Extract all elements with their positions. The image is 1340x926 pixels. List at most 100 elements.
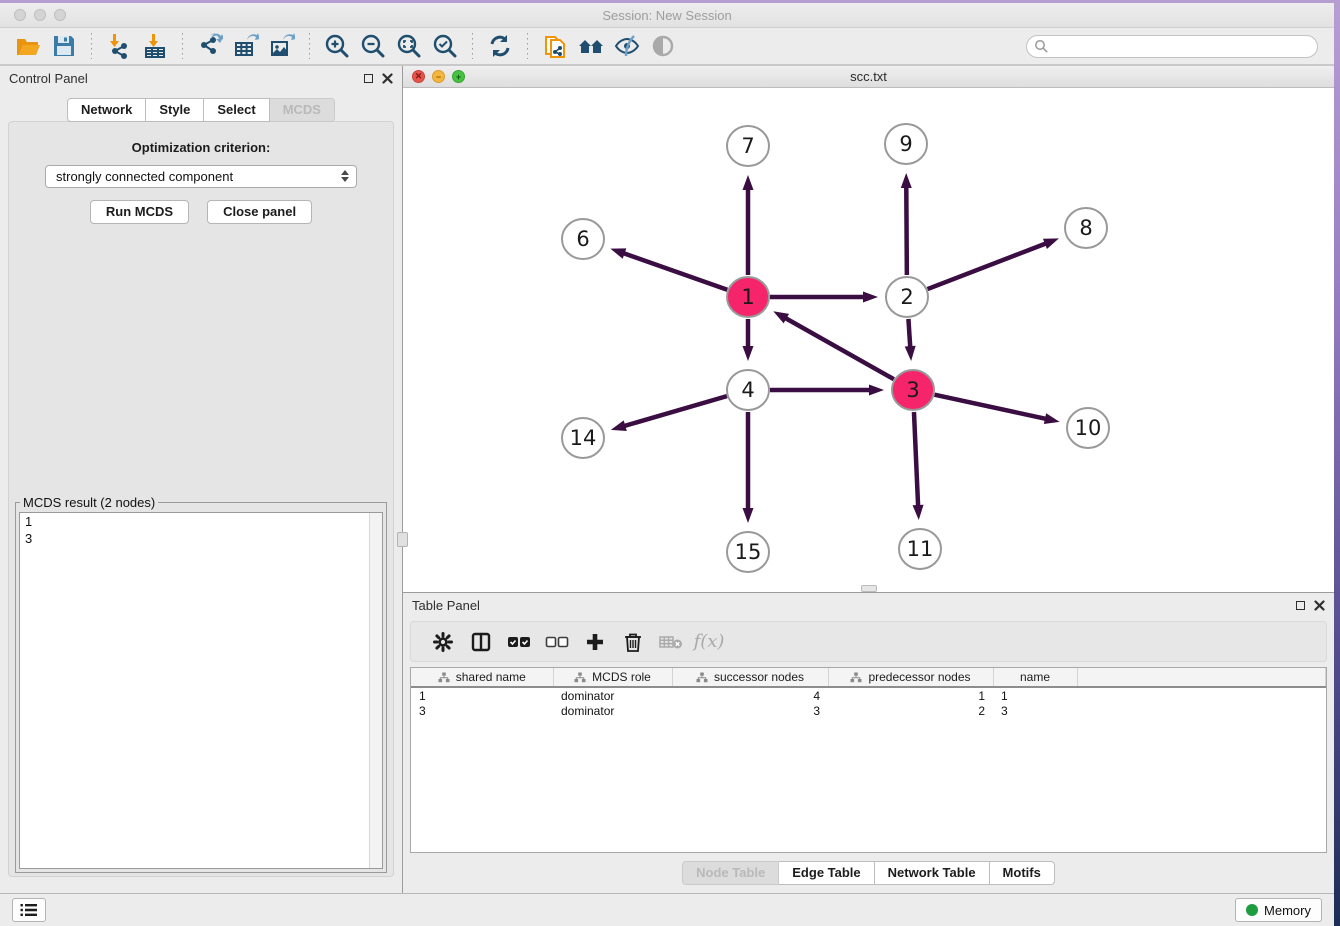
zoom-out-button[interactable] [358,31,388,61]
criterion-dropdown[interactable]: strongly connected component [45,165,357,188]
add-row-button[interactable] [576,627,614,657]
export-image-icon [269,33,295,59]
column-header-shared-name[interactable]: shared name [411,668,553,687]
cell-name[interactable]: 3 [993,703,1077,719]
open-session-button[interactable] [13,31,43,61]
tab-network[interactable]: Network [67,98,146,122]
cell-successor-nodes[interactable]: 3 [672,703,828,719]
save-session-button[interactable] [49,31,79,61]
graph-edge-arrowhead [743,508,754,523]
memory-button[interactable]: Memory [1235,898,1322,922]
network-canvas[interactable]: 7968124314101511 [403,88,1334,592]
export-image-button[interactable] [267,31,297,61]
cell-predecessor-nodes[interactable]: 2 [828,703,993,719]
network-graph: 7968124314101511 [403,88,1332,592]
graph-edge[interactable] [908,319,910,348]
vertical-splitter-handle[interactable] [397,532,408,547]
float-panel-icon[interactable] [364,74,373,83]
trash-icon [624,632,642,652]
toolbar-separator [182,33,183,59]
tab-select[interactable]: Select [204,98,269,122]
import-network-button[interactable] [104,31,134,61]
network-minimize-icon[interactable]: − [432,70,445,83]
table-row[interactable]: 3 dominator 3 2 3 [411,703,1326,719]
graph-edge-arrowhead [611,420,627,431]
cell-shared-name[interactable]: 1 [411,687,553,703]
cell-mcds-role[interactable]: dominator [553,687,672,703]
column-header-predecessor-nodes[interactable]: predecessor nodes [828,668,993,687]
graph-edge[interactable] [623,396,727,426]
tab-motifs[interactable]: Motifs [990,861,1055,885]
search-input[interactable] [1026,35,1318,58]
network-view-window: ✕ − + scc.txt 7968124314101511 [403,66,1334,593]
select-all-columns-button[interactable] [500,627,538,657]
network-window-titlebar[interactable]: ✕ − + scc.txt [403,66,1334,88]
function-builder-button[interactable]: f(x) [690,627,728,657]
table-row[interactable]: 1 dominator 4 1 1 [411,687,1326,703]
graph-node-label: 10 [1075,416,1102,440]
node-table: shared name MCDS role successor nodes pr… [410,667,1327,853]
close-table-panel-icon[interactable] [1314,600,1325,611]
fx-icon: f(x) [694,631,725,652]
cell-name[interactable]: 1 [993,687,1077,703]
result-item: 3 [20,530,382,547]
cell-shared-name[interactable]: 3 [411,703,553,719]
cell-successor-nodes[interactable]: 4 [672,687,828,703]
table-panel: Table Panel [403,593,1334,893]
memory-status-icon [1246,904,1258,916]
column-header-successor-nodes[interactable]: successor nodes [672,668,828,687]
network-overview-button[interactable] [576,31,606,61]
close-panel-button[interactable]: Close panel [207,200,312,224]
deselect-all-columns-button[interactable] [538,627,576,657]
column-header-mcds-role[interactable]: MCDS role [553,668,672,687]
graph-edge[interactable] [623,253,728,290]
graph-edge[interactable] [906,186,907,275]
window-title: Session: New Session [0,8,1334,23]
titlebar[interactable]: Session: New Session [0,3,1334,28]
export-table-button[interactable] [231,31,261,61]
tab-network-table[interactable]: Network Table [875,861,990,885]
graph-edge[interactable] [934,395,1046,419]
tab-style[interactable]: Style [146,98,204,122]
mcds-result-list[interactable]: 1 3 [19,512,383,869]
table-panel-header: Table Panel [403,593,1334,618]
show-graphics-details-button[interactable] [648,31,678,61]
graph-edge[interactable] [914,412,918,507]
cell-mcds-role[interactable]: dominator [553,703,672,719]
column-layout-button[interactable] [462,627,500,657]
tab-node-table[interactable]: Node Table [682,861,779,885]
graph-edge[interactable] [785,318,894,380]
zoom-fit-button[interactable] [394,31,424,61]
task-history-button[interactable] [12,898,46,922]
graph-node-label: 1 [741,285,754,309]
horizontal-splitter-handle[interactable] [861,585,877,592]
hide-graphics-details-button[interactable] [612,31,642,61]
import-table-button[interactable] [140,31,170,61]
delete-row-button[interactable] [614,627,652,657]
graph-edge[interactable] [928,243,1047,289]
delete-table-button[interactable] [652,627,690,657]
network-close-icon[interactable]: ✕ [412,70,425,83]
zoom-selected-button[interactable] [430,31,460,61]
run-mcds-button[interactable]: Run MCDS [90,200,189,224]
tab-mcds[interactable]: MCDS [270,98,335,122]
toolbar-separator [309,33,310,59]
gear-icon [433,632,453,652]
refresh-layout-button[interactable] [485,31,515,61]
export-network-button[interactable] [195,31,225,61]
network-maximize-icon[interactable]: + [452,70,465,83]
column-header-name[interactable]: name [993,668,1077,687]
hierarchy-icon [850,672,862,683]
mcds-result-title: MCDS result (2 nodes) [20,495,158,510]
close-panel-icon[interactable] [382,73,393,84]
zoom-in-button[interactable] [322,31,352,61]
float-table-panel-icon[interactable] [1296,601,1305,610]
result-scrollbar[interactable] [369,513,382,868]
cell-predecessor-nodes[interactable]: 1 [828,687,993,703]
result-item: 1 [20,513,382,530]
clone-network-button[interactable] [540,31,570,61]
table-settings-button[interactable] [424,627,462,657]
tab-edge-table[interactable]: Edge Table [779,861,874,885]
mcds-result-fieldset: MCDS result (2 nodes) 1 3 [15,495,387,873]
column-header-filler [1077,668,1326,687]
